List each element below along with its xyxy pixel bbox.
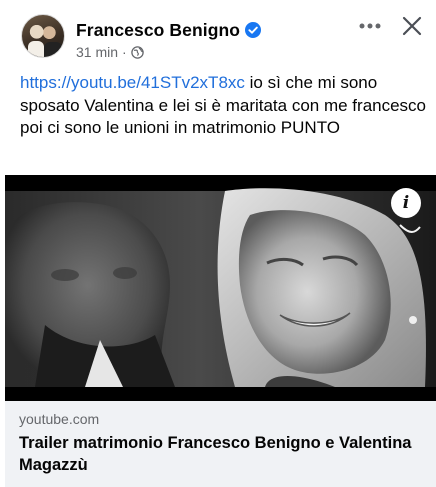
more-options-icon <box>359 23 381 29</box>
link-title[interactable]: Trailer matrimonio Francesco Benigno e V… <box>19 432 424 476</box>
close-icon <box>402 16 422 36</box>
author-name[interactable]: Francesco Benigno <box>76 20 240 41</box>
avatar-figure-groom <box>44 42 62 57</box>
meta-separator: · <box>122 44 127 60</box>
author-name-row: Francesco Benigno <box>76 18 262 42</box>
verified-badge-icon <box>245 22 262 38</box>
info-icon: i <box>402 193 410 213</box>
more-options-button[interactable] <box>355 15 385 37</box>
post-link[interactable]: https://youtu.be/41STv2xT8xc <box>20 73 245 92</box>
close-button[interactable] <box>398 12 426 40</box>
link-preview-card[interactable]: youtube.com Trailer matrimonio Francesco… <box>5 401 436 487</box>
video-thumbnail[interactable] <box>5 175 436 401</box>
globe-icon <box>130 45 144 59</box>
video-info-button[interactable]: i <box>391 188 421 218</box>
post-header: Francesco Benigno 31 min · <box>0 0 436 66</box>
post-meta: 31 min · <box>76 43 144 61</box>
post-text: https://youtu.be/41STv2xT8xc io sì che m… <box>20 72 430 140</box>
link-domain: youtube.com <box>19 411 100 427</box>
avatar-figure-bride <box>28 41 44 57</box>
post-time[interactable]: 31 min <box>76 44 118 60</box>
author-avatar[interactable] <box>21 14 65 58</box>
facebook-post: Francesco Benigno 31 min · https://youtu… <box>0 0 436 487</box>
